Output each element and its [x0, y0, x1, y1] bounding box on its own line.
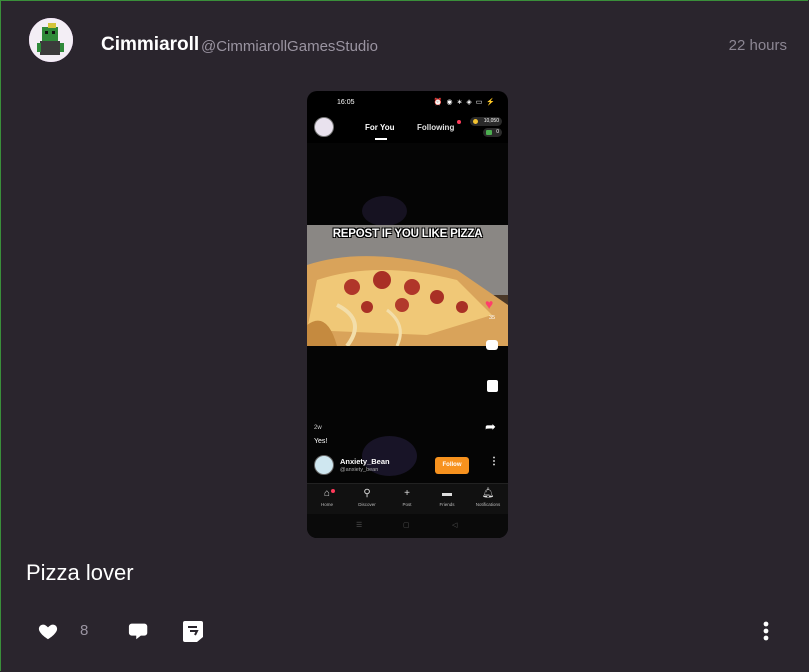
more-vertical-icon [763, 621, 769, 641]
creator-avatar [314, 455, 334, 475]
like-count: 8 [80, 622, 89, 639]
pizza-illustration [307, 225, 508, 346]
back-icon: ◁ [452, 522, 458, 529]
nav-discover: ⚲ Discover [349, 488, 385, 507]
post-caption: Pizza lover [26, 560, 134, 585]
home-icon: ⌂ [323, 488, 331, 499]
heart-count: 35 [488, 315, 496, 321]
cash-value: 0 [496, 129, 499, 135]
follow-button: Follow [435, 457, 469, 474]
author-avatar[interactable] [29, 18, 73, 62]
chat-icon: ▬ [442, 488, 452, 499]
android-system-nav: ☰ ▢ ◁ [307, 514, 508, 538]
nav-home: ⌂ Home [309, 488, 345, 507]
more-vertical-icon: ⋮ [489, 456, 499, 467]
blurred-character-top [362, 196, 407, 226]
phone-status-time: 16:05 [337, 99, 355, 106]
plus-icon: + [404, 488, 410, 499]
author-name[interactable]: Cimmiaroll [101, 34, 199, 56]
comment-icon [486, 340, 498, 350]
app-bottom-nav: ⌂ Home ⚲ Discover + Post ▬ Friends 🔔︎ No… [307, 483, 508, 514]
tab-for-you: For You [365, 123, 395, 132]
video-age: 2w [314, 425, 322, 431]
phone-status-bar: 16:05 ⏰ ◉ ∗ ◈ ▭ ⚡ [307, 91, 508, 113]
nav-post: + Post [389, 488, 425, 507]
nav-friends: ▬ Friends [429, 488, 465, 507]
more-options-button[interactable] [758, 619, 774, 643]
heart-icon: ♥ [485, 296, 494, 312]
bell-icon: 🔔︎ [481, 488, 495, 499]
post-timestamp: 22 hours [728, 37, 787, 54]
app-profile-avatar [314, 117, 334, 137]
repost-button[interactable] [182, 619, 204, 643]
coins-balance: 10,050 [470, 117, 502, 126]
comment-icon [128, 623, 148, 640]
nav-notifications: 🔔︎ Notifications [470, 488, 506, 507]
share-icon: ➦ [485, 419, 496, 434]
cash-icon [486, 130, 492, 135]
comment-button[interactable] [128, 620, 150, 642]
coin-icon [473, 119, 478, 124]
notification-dot [457, 120, 461, 124]
home-button-icon: ▢ [403, 522, 410, 529]
search-icon: ⚲ [363, 488, 371, 499]
nav-notifications-label: Notifications [475, 502, 501, 507]
tab-active-indicator [375, 138, 387, 140]
tab-following: Following [417, 123, 455, 132]
phone-status-icons: ⏰ ◉ ∗ ◈ ▭ ⚡ [433, 99, 496, 106]
post-card: Cimmiaroll @CimmiarollGamesStudio 22 hou… [0, 0, 808, 671]
repost-icon [487, 380, 498, 392]
meme-caption-text: REPOST IF YOU LIKE PIZZA [332, 228, 483, 240]
heart-icon [38, 624, 58, 640]
nav-discover-label: Discover [358, 502, 376, 507]
recents-icon: ☰ [356, 522, 363, 529]
nav-friends-label: Friends [439, 502, 455, 507]
nav-home-label: Home [320, 502, 333, 507]
pizza-meme-image: REPOST IF YOU LIKE PIZZA [307, 225, 508, 346]
creator-handle: @anxiety_bean [340, 467, 379, 473]
video-caption: Yes! [314, 438, 328, 445]
coins-value: 10,050 [483, 118, 499, 124]
author-handle[interactable]: @CimmiarollGamesStudio [201, 38, 378, 55]
post-image-screenshot[interactable]: 16:05 ⏰ ◉ ∗ ◈ ▭ ⚡ For You Following 10,0… [307, 91, 508, 538]
repost-icon [183, 621, 203, 642]
home-notification-dot [331, 489, 335, 493]
creator-name: Anxiety_Bean [340, 457, 390, 466]
like-button[interactable] [37, 620, 59, 642]
cash-balance: 0 [483, 128, 502, 137]
nav-post-label: Post [402, 502, 412, 507]
